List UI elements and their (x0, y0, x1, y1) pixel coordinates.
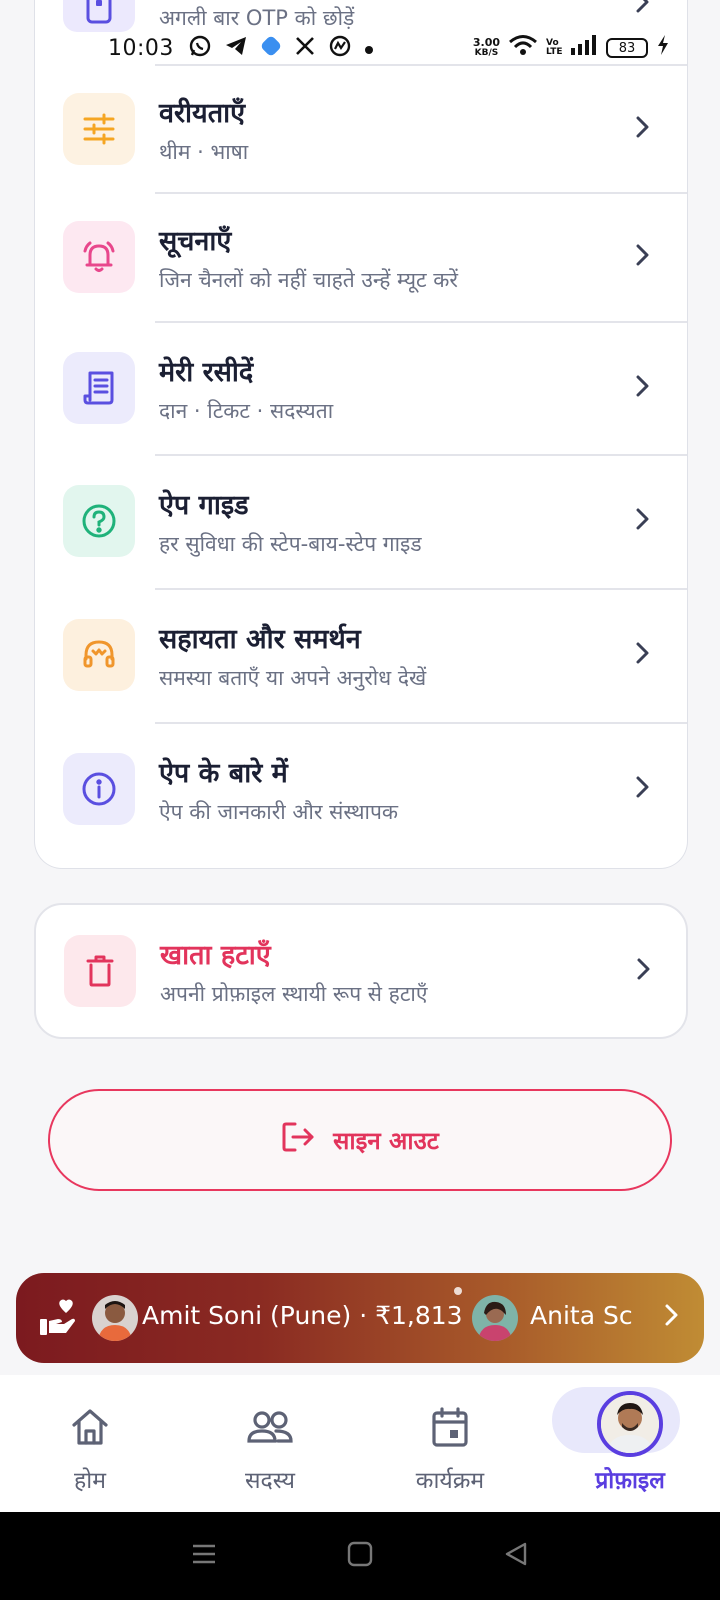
profile-avatar (597, 1391, 663, 1457)
settings-item-preferences[interactable]: वरीयताएँ थीम · भाषा (35, 64, 687, 194)
divider (155, 588, 687, 590)
delete-account-subtitle: अपनी प्रोफ़ाइल स्थायी रूप से हटाएँ (160, 981, 428, 1006)
back-icon[interactable] (503, 1541, 529, 1571)
help-circle-icon (63, 485, 135, 557)
chevron-right-icon (635, 775, 651, 803)
charging-icon (656, 34, 670, 62)
settings-item-receipts[interactable]: मेरी रसीदें दान · टिकट · सदस्यता (35, 321, 687, 455)
home-square-icon[interactable] (347, 1541, 373, 1571)
chevron-right-icon (635, 641, 651, 669)
settings-item-title: वरीयताएँ (159, 97, 246, 129)
x-icon (294, 35, 316, 62)
telegram-icon (224, 34, 248, 63)
info-icon (63, 753, 135, 825)
settings-item-notifications[interactable]: सूचनाएँ जिन चैनलों को नहीं चाहते उन्हें … (35, 192, 687, 322)
threads-icon (328, 34, 352, 63)
settings-item-app-guide[interactable]: ऐप गाइड हर सुविधा की स्टेप-बाय-स्टेप गाइ… (35, 454, 687, 588)
nav-label: होम (74, 1468, 106, 1494)
divider (155, 64, 687, 66)
chevron-right-icon (635, 115, 651, 143)
nav-events[interactable]: कार्यक्रम (360, 1375, 540, 1512)
system-nav-bar (0, 1512, 720, 1600)
bottom-nav: होम सदस्य कार्यक्रम प्रोफ़ाइल (0, 1375, 720, 1512)
nav-members[interactable]: सदस्य (180, 1375, 360, 1512)
settings-item-title: सहायता और समर्थन (159, 623, 361, 655)
donor-entry-text: Anita Sc (530, 1301, 633, 1330)
net-speed-unit: KB/S (474, 48, 499, 58)
wifi-icon (508, 34, 538, 62)
settings-item-title: सूचनाएँ (159, 225, 232, 257)
donor-avatar (472, 1295, 518, 1341)
nav-label: सदस्य (244, 1468, 296, 1494)
chevron-right-icon (635, 243, 651, 271)
bell-icon (63, 221, 135, 293)
notification-dot-icon (364, 36, 374, 60)
divider (155, 454, 687, 456)
settings-item-subtitle: समस्या बताएँ या अपने अनुरोध देखें (159, 665, 427, 690)
members-icon (246, 1401, 294, 1453)
nav-label: प्रोफ़ाइल (595, 1468, 665, 1494)
logout-icon (281, 1121, 315, 1159)
battery-indicator: 83 (606, 38, 648, 58)
signal-icon (570, 34, 598, 62)
home-icon (70, 1401, 110, 1453)
settings-item-subtitle: थीम · भाषा (159, 139, 249, 164)
trash-icon (64, 935, 136, 1007)
delete-account-card: खाता हटाएँ अपनी प्रोफ़ाइल स्थायी रूप से … (34, 903, 688, 1039)
sign-out-label: साइन आउट (333, 1126, 439, 1155)
delete-account-item[interactable]: खाता हटाएँ अपनी प्रोफ़ाइल स्थायी रूप से … (36, 905, 688, 1037)
nav-label: कार्यक्रम (415, 1468, 485, 1494)
donation-ticker[interactable]: Amit Soni (Pune) · ₹1,813 Anita Sc (16, 1273, 704, 1363)
chevron-right-icon (635, 507, 651, 535)
settings-item-title: ऐप गाइड (159, 489, 249, 521)
settings-item-about[interactable]: ऐप के बारे में ऐप की जानकारी और संस्थापक (35, 722, 687, 856)
delete-account-title: खाता हटाएँ (160, 939, 271, 971)
headset-icon (63, 619, 135, 691)
settings-item-title: ऐप के बारे में (159, 757, 288, 789)
menu-icon[interactable] (191, 1542, 217, 1570)
settings-item-subtitle: दान · टिकट · सदस्यता (159, 398, 334, 423)
volte-label: Vo LTE (546, 38, 563, 57)
settings-item-subtitle: ऐप की जानकारी और संस्थापक (159, 799, 399, 824)
whatsapp-icon (188, 34, 212, 63)
divider (155, 192, 687, 194)
donor-entry-text: Amit Soni (Pune) · ₹1,813 (142, 1301, 463, 1330)
app-icon (260, 35, 282, 62)
nav-profile[interactable]: प्रोफ़ाइल (540, 1375, 720, 1512)
settings-item-support[interactable]: सहायता और समर्थन समस्या बताएँ या अपने अन… (35, 588, 687, 722)
divider (155, 722, 687, 724)
receipt-icon (63, 352, 135, 424)
status-bar: 10:03 3.00 KB/S Vo LTE 83 (0, 28, 720, 68)
sign-out-button[interactable]: साइन आउट (48, 1089, 672, 1191)
chevron-right-icon (635, 374, 651, 402)
ticker-dot (454, 1287, 462, 1295)
sliders-icon (63, 93, 135, 165)
divider (155, 321, 687, 323)
net-speed: 3.00 KB/S (473, 37, 500, 59)
status-time: 10:03 (108, 35, 174, 61)
settings-card: वरीयताएँ थीम · भाषा सूचनाएँ जिन चैनलों क… (34, 64, 688, 869)
chevron-right-icon (635, 0, 651, 18)
net-speed-value: 3.00 (472, 36, 500, 49)
settings-item-subtitle: हर सुविधा की स्टेप-बाय-स्टेप गाइड (159, 531, 422, 556)
donor-avatar (92, 1295, 138, 1341)
chevron-right-icon (664, 1303, 680, 1331)
nav-home[interactable]: होम (0, 1375, 180, 1512)
chevron-right-icon (636, 957, 652, 985)
settings-item-subtitle: जिन चैनलों को नहीं चाहते उन्हें म्यूट कर… (159, 267, 459, 292)
donate-hand-heart-icon (38, 1299, 76, 1341)
battery-level: 83 (618, 40, 636, 56)
calendar-icon (430, 1401, 470, 1453)
settings-item-title: मेरी रसीदें (159, 356, 254, 388)
